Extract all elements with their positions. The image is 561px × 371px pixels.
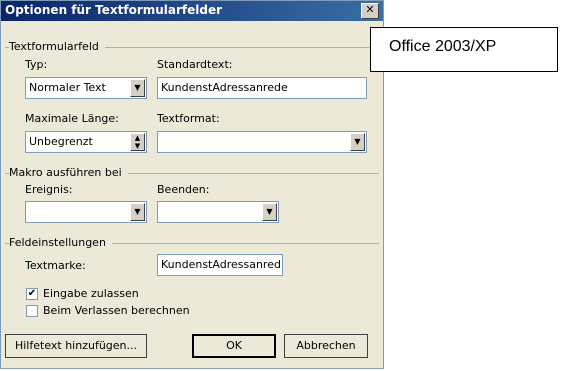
type-dropdown[interactable]: Normaler Text ▼ [25,77,147,99]
chevron-down-icon[interactable]: ▼ [130,79,145,97]
default-text-value: KundenstAdressanrede [161,81,288,94]
default-text-input[interactable]: KundenstAdressanrede [157,77,367,99]
exit-dropdown[interactable]: ▼ [157,201,279,223]
allow-input-checkbox[interactable]: ✔ [26,288,38,300]
type-label: Typ: [25,58,48,71]
title-bar[interactable]: Optionen für Textformularfelder ✕ [1,1,383,21]
group-label-field-settings: Feldeinstellungen [9,236,112,249]
bookmark-input[interactable]: KundenstAdressanred [157,254,283,276]
dialog-window: Optionen für Textformularfelder ✕ Textfo… [0,0,384,369]
chevron-down-icon[interactable]: ▼ [130,203,145,221]
allow-input-label[interactable]: Eingabe zulassen [43,287,139,300]
exit-label: Beenden: [157,183,210,196]
close-button[interactable]: ✕ [361,3,379,19]
cancel-button[interactable]: Abbrechen [284,334,368,358]
group-label-macro: Makro ausführen bei [9,166,128,179]
add-help-text-button[interactable]: Hilfetext hinzufügen... [5,334,147,358]
max-length-label: Maximale Länge: [25,112,119,125]
default-text-label: Standardtext: [157,58,233,71]
event-label: Ereignis: [25,183,73,196]
dialog-title: Optionen für Textformularfelder [5,3,223,17]
chevron-down-icon[interactable]: ▼ [262,203,277,221]
max-length-value: Unbegrenzt [29,135,93,148]
calc-on-exit-checkbox[interactable] [26,305,38,317]
bookmark-value: KundenstAdressanred [161,258,281,271]
event-dropdown[interactable]: ▼ [25,201,147,223]
calc-on-exit-label[interactable]: Beim Verlassen berechnen [43,304,190,317]
max-length-spinner[interactable]: Unbegrenzt ▲ ▼ [25,131,147,153]
chevron-down-icon[interactable]: ▼ [350,133,365,151]
type-dropdown-value: Normaler Text [29,81,106,94]
ok-button[interactable]: OK [192,334,276,358]
bookmark-label: Textmarke: [25,259,86,272]
group-label-textfield: Textformularfeld [9,40,105,53]
text-format-dropdown[interactable]: ▼ [157,131,367,153]
version-callout: Office 2003/XP [370,27,558,72]
text-format-label: Textformat: [157,112,220,125]
spinner-arrows-icon[interactable]: ▲ ▼ [130,133,145,151]
